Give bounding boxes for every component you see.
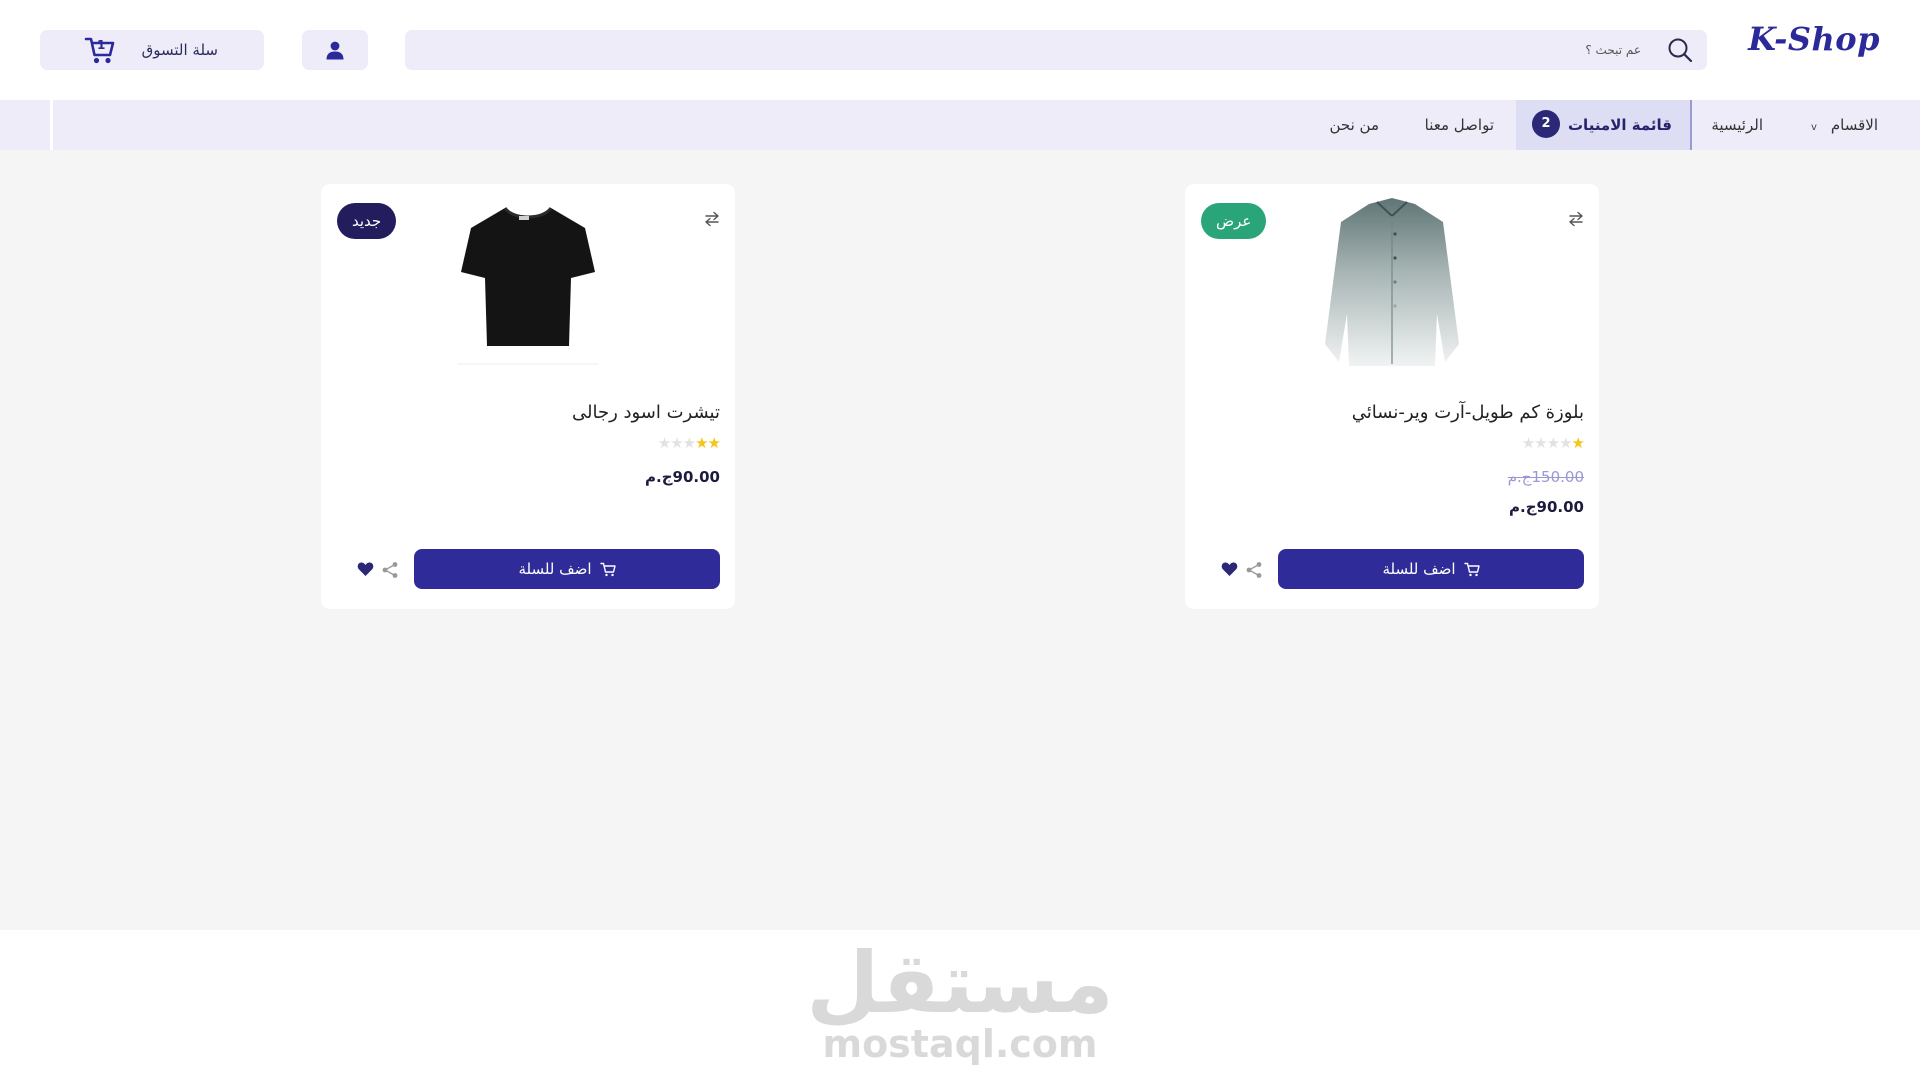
wishlist-count-badge: 2: [1531, 109, 1560, 138]
cart-icon: [599, 562, 616, 576]
share-icon[interactable]: [381, 561, 399, 579]
add-to-cart-label: اضف للسلة: [1382, 560, 1456, 578]
nav-item-wishlist[interactable]: قائمة الامنيات 2: [1515, 100, 1692, 150]
nav-item-about[interactable]: من نحن: [1330, 100, 1380, 150]
wishlist-content: عرض بلوزة كم طويل-آرت وير-نسائي ★★★★★ 15: [0, 150, 1920, 930]
new-badge: جديد: [337, 203, 397, 239]
main-nav: الاقسام v الرئيسية قائمة الامنيات 2 تواصل …: [0, 100, 1920, 150]
current-price: 90.00ج.م: [1509, 498, 1584, 516]
current-price: 90.00ج.م: [645, 468, 720, 486]
nav-item-categories[interactable]: الاقسام v: [1811, 100, 1878, 150]
product-image-tshirt[interactable]: [453, 194, 603, 374]
heart-icon[interactable]: [357, 561, 374, 577]
site-header: K-Shop سلة التسوق 1: [0, 0, 1920, 100]
search-input[interactable]: [741, 30, 1641, 70]
add-to-cart-label: اضف للسلة: [518, 560, 592, 578]
cart-button[interactable]: سلة التسوق 1: [40, 30, 264, 70]
product-card: جديد تيشرت اسود رجالى ★★★★★ 90.00ج.م اضف…: [321, 184, 735, 609]
star-filled-icon: ★: [695, 434, 708, 452]
star-filled-icon: ★: [1571, 434, 1585, 452]
star-empty-icon: ★: [1534, 434, 1547, 452]
compare-icon[interactable]: [703, 210, 721, 228]
rating-stars: ★★★★★: [657, 434, 721, 452]
rating-stars: ★★★★★: [1521, 434, 1585, 452]
compare-icon[interactable]: [1567, 210, 1585, 228]
product-title[interactable]: بلوزة كم طويل-آرت وير-نسائي: [1352, 402, 1584, 423]
product-title[interactable]: تيشرت اسود رجالى: [572, 402, 720, 423]
product-image-blouse[interactable]: [1317, 194, 1467, 374]
star-empty-icon: ★: [1546, 434, 1560, 452]
star-empty-icon: ★: [1521, 434, 1535, 452]
footer: مستقل mostaql.com: [0, 930, 1920, 1080]
watermark-latin: mostaql.com: [822, 1022, 1098, 1066]
old-price: 150.00ج.م: [1507, 468, 1584, 486]
logo[interactable]: K-Shop: [1748, 20, 1880, 58]
cart-icon: [1463, 562, 1480, 576]
chevron-down-icon: v: [1810, 122, 1817, 133]
search-icon[interactable]: [1667, 37, 1693, 63]
add-to-cart-button[interactable]: اضف للسلة: [1278, 549, 1584, 589]
cart-label: سلة التسوق: [141, 41, 218, 59]
nav-wishlist-label: قائمة الامنيات: [1567, 116, 1672, 134]
star-empty-icon: ★: [1559, 434, 1572, 452]
account-button[interactable]: [302, 30, 368, 70]
product-card: عرض بلوزة كم طويل-آرت وير-نسائي ★★★★★ 15: [1185, 184, 1599, 609]
star-empty-icon: ★: [682, 434, 696, 452]
star-empty-icon: ★: [670, 434, 683, 452]
nav-divider: [50, 100, 53, 150]
add-to-cart-button[interactable]: اضف للسلة: [414, 549, 720, 589]
nav-item-home[interactable]: الرئيسية: [1711, 100, 1763, 150]
nav-item-contact[interactable]: تواصل معنا: [1425, 100, 1494, 150]
heart-icon[interactable]: [1221, 561, 1238, 577]
star-empty-icon: ★: [657, 434, 671, 452]
cart-count-badge: 1: [97, 38, 106, 52]
sale-badge: عرض: [1201, 203, 1267, 239]
user-icon: [326, 41, 344, 60]
nav-categories-label: الاقسام: [1830, 116, 1878, 134]
search-bar[interactable]: [405, 30, 1707, 70]
watermark-arabic: مستقل: [806, 934, 1114, 1032]
share-icon[interactable]: [1245, 561, 1263, 579]
star-filled-icon: ★: [707, 434, 721, 452]
